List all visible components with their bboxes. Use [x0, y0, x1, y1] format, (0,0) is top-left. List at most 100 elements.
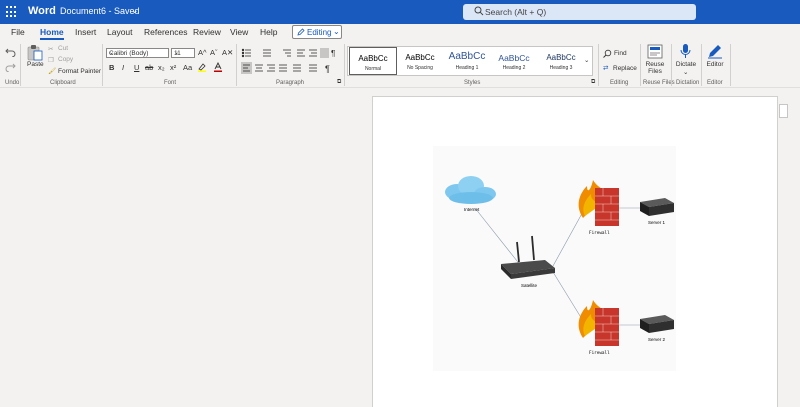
- style-preview: AaBbCc: [546, 53, 576, 62]
- chevron-down-icon: ⌄: [109, 50, 115, 56]
- style-heading-1[interactable]: AaBbCc Heading 1: [443, 47, 491, 75]
- styles-gallery: AaBbCc Normal AaBbCc No Spacing AaBbCc H…: [347, 46, 593, 76]
- paragraph-list-tools[interactable]: ¶: [241, 47, 337, 59]
- search-icon: [474, 6, 484, 16]
- editor-group-label: Editor: [707, 80, 723, 86]
- style-preview: AaBbCc: [498, 53, 530, 63]
- font-group-label: Font: [164, 80, 177, 86]
- paragraph-align-tools[interactable]: ¶: [241, 62, 337, 74]
- internet-label: Internet: [464, 207, 480, 212]
- tab-review[interactable]: Review: [193, 27, 221, 37]
- replace-button[interactable]: Replace: [613, 65, 637, 72]
- server-icon: [640, 198, 674, 216]
- app-name[interactable]: Word: [28, 5, 56, 17]
- style-label: Normal: [364, 66, 382, 72]
- style-heading-3[interactable]: AaBbCc Heading 3: [537, 47, 585, 75]
- editor-icon[interactable]: [707, 43, 723, 59]
- divider: [102, 44, 103, 86]
- replace-icon: ⇄: [603, 65, 609, 72]
- style-no-spacing[interactable]: AaBbCc No Spacing: [396, 47, 444, 75]
- copy-icon: ❐: [48, 57, 54, 64]
- cut-button[interactable]: Cut: [58, 45, 68, 52]
- style-label: No Spacing: [407, 65, 433, 71]
- paragraph-launcher-icon[interactable]: ⧉: [337, 79, 341, 86]
- reuse-files-group-label: Reuse Files: [643, 80, 675, 86]
- dictate-button[interactable]: Dictate: [674, 61, 698, 68]
- style-label: Heading 2: [502, 65, 526, 71]
- strikethrough-button[interactable]: ab: [145, 63, 153, 72]
- chevron-down-icon[interactable]: ⌄: [131, 5, 139, 16]
- search-box[interactable]: Search (Alt + Q): [463, 4, 696, 20]
- router-icon: [501, 235, 555, 279]
- style-normal[interactable]: AaBbCc Normal: [349, 47, 397, 75]
- tab-home[interactable]: Home: [40, 27, 64, 40]
- tab-insert[interactable]: Insert: [75, 27, 96, 37]
- font-name-dropdown[interactable]: Calibri (Body) ⌄: [106, 48, 169, 58]
- tab-layout[interactable]: Layout: [107, 27, 133, 37]
- reuse-files-button[interactable]: Reuse Files: [644, 61, 666, 75]
- divider: [671, 44, 672, 86]
- editor-button[interactable]: Editor: [704, 61, 726, 68]
- find-button[interactable]: Find: [614, 50, 627, 57]
- style-label: Heading 3: [549, 65, 573, 71]
- subscript-button[interactable]: x₂: [158, 63, 165, 72]
- undo-icon[interactable]: [5, 47, 16, 57]
- format-painter-icon: 🖌: [48, 68, 57, 75]
- scissors-icon: ✂: [48, 46, 54, 53]
- tab-help[interactable]: Help: [260, 27, 277, 37]
- divider: [701, 44, 702, 86]
- pencil-icon: [297, 28, 305, 36]
- diagram-drawing: [445, 176, 674, 346]
- paste-icon[interactable]: [27, 44, 43, 61]
- format-painter-button[interactable]: Format Painter: [58, 68, 101, 75]
- server-icon: [640, 315, 674, 333]
- microphone-icon[interactable]: [680, 43, 691, 60]
- firewall-top-label: Firewall: [589, 231, 610, 236]
- search-placeholder: Search (Alt + Q): [485, 7, 547, 17]
- style-preview: AaBbCc: [448, 51, 486, 62]
- search-icon: [603, 49, 612, 58]
- dictation-group-label: Dictation: [676, 80, 700, 86]
- divider: [236, 44, 237, 86]
- undo-group-label: Undo: [5, 80, 20, 86]
- clipboard-group-label: Clipboard: [50, 80, 76, 86]
- styles-launcher-icon[interactable]: ⧉: [591, 79, 595, 86]
- style-preview: AaBbCc: [358, 54, 388, 63]
- style-preview: AaBbCc: [405, 53, 435, 62]
- app-launcher-icon[interactable]: [6, 6, 18, 18]
- copy-button[interactable]: Copy: [58, 56, 73, 63]
- clear-formatting-button[interactable]: A✕: [222, 48, 233, 57]
- chevron-down-icon[interactable]: ⌄: [584, 56, 589, 64]
- divider: [730, 44, 731, 86]
- grow-font-button[interactable]: A^: [198, 48, 207, 57]
- style-label: Heading 1: [455, 65, 479, 71]
- style-heading-2[interactable]: AaBbCc Heading 2: [490, 47, 538, 75]
- editing-mode-label: Editing: [307, 28, 332, 37]
- superscript-button[interactable]: x²: [170, 63, 176, 72]
- font-color-icon[interactable]: [213, 62, 223, 72]
- svg-text:¶: ¶: [331, 49, 335, 58]
- divider: [640, 44, 641, 86]
- editing-group-label: Editing: [610, 80, 629, 86]
- editing-mode-button[interactable]: Editing ⌄: [292, 25, 342, 39]
- font-size-dropdown[interactable]: 11 ⌄: [171, 48, 195, 58]
- tab-file[interactable]: File: [11, 27, 25, 37]
- paste-button[interactable]: Paste: [27, 61, 44, 68]
- change-case-button[interactable]: Aa: [183, 63, 192, 72]
- italic-button[interactable]: I: [122, 63, 124, 72]
- shrink-font-button[interactable]: Aˇ: [210, 48, 218, 57]
- network-diagram-image[interactable]: Internet Satellite Firewall Firewall Ser…: [433, 146, 676, 371]
- underline-button[interactable]: U: [134, 63, 139, 72]
- server-2-label: Server 2: [648, 337, 666, 342]
- satellite-label: Satellite: [521, 283, 538, 288]
- tab-references[interactable]: References: [144, 27, 187, 37]
- page-side-button[interactable]: [779, 104, 788, 118]
- redo-icon[interactable]: [5, 62, 16, 72]
- firewall-icon: [578, 300, 619, 346]
- bold-button[interactable]: B: [109, 63, 114, 72]
- reuse-files-icon[interactable]: [647, 44, 663, 59]
- tab-view[interactable]: View: [230, 27, 248, 37]
- highlight-icon[interactable]: [197, 62, 207, 72]
- chevron-down-icon[interactable]: ⌄: [683, 68, 688, 76]
- document-name[interactable]: Document6 - Saved: [60, 6, 140, 16]
